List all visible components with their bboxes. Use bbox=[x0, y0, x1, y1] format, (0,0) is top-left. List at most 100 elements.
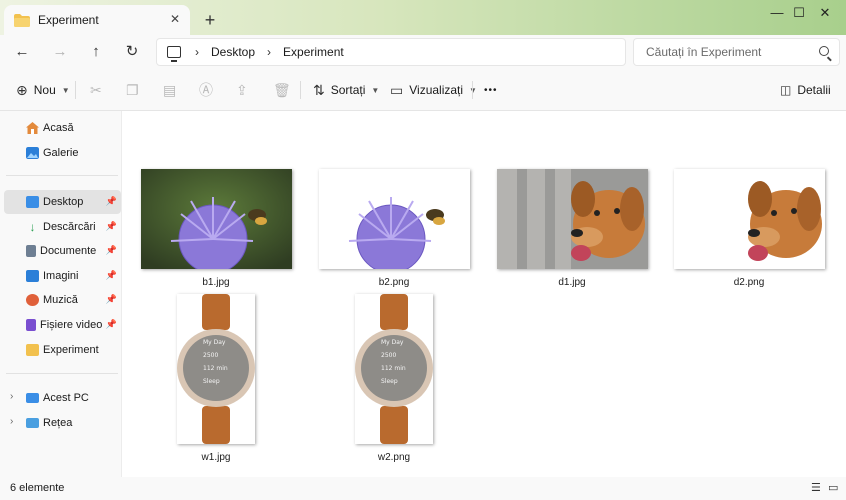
cut-icon: ✂ bbox=[90, 81, 102, 98]
sidebar-item-downloads[interactable]: ↓ Descărcări 📌 bbox=[4, 215, 121, 239]
file-thumbnail bbox=[673, 169, 825, 269]
documents-icon bbox=[26, 245, 36, 257]
refresh-button[interactable]: ↻ bbox=[118, 39, 146, 65]
sort-icon: ⇅ bbox=[313, 81, 325, 98]
paste-button[interactable]: ▤ bbox=[163, 78, 182, 102]
tab-title: Experiment bbox=[38, 13, 99, 27]
tab-experiment[interactable]: Experiment ✕ bbox=[4, 5, 190, 35]
breadcrumb-desktop[interactable]: Desktop bbox=[211, 45, 255, 59]
file-thumbnail: My Day 2500 112 min Sleep bbox=[355, 294, 433, 444]
file-name: w2.png bbox=[377, 452, 411, 463]
file-thumbnail bbox=[140, 169, 292, 269]
computer-icon bbox=[167, 46, 181, 62]
rename-button[interactable]: Ⓐ bbox=[199, 78, 219, 102]
chevron-down-icon: ▼ bbox=[61, 85, 70, 95]
file-name: d2.png bbox=[733, 277, 765, 288]
file-item[interactable]: My Day 2500 112 min Sleep w1.jpg bbox=[140, 294, 292, 463]
file-item[interactable]: d2.png bbox=[673, 169, 825, 288]
download-icon: ↓ bbox=[29, 220, 36, 234]
sidebar-item-videos[interactable]: Fișiere video 📌 bbox=[4, 313, 121, 337]
sidebar-item-label: Acasă bbox=[43, 122, 74, 134]
delete-button[interactable]: 🗑 bbox=[273, 78, 297, 102]
search-input[interactable]: Căutați în Experiment bbox=[633, 38, 840, 66]
divider bbox=[300, 81, 301, 99]
rename-icon: Ⓐ bbox=[199, 82, 213, 98]
plus-circle-icon: ⊕ bbox=[16, 81, 28, 98]
divider bbox=[6, 373, 118, 374]
pin-icon: 📌 bbox=[105, 245, 117, 255]
computer-icon bbox=[26, 393, 39, 403]
command-bar: ⊕ Nou ▼ ✂ ❐ ▤ Ⓐ ⇪ 🗑 ⇅ Sortați ▼ ▭ Vizual… bbox=[0, 69, 846, 111]
pin-icon: 📌 bbox=[105, 270, 117, 280]
back-button[interactable]: ← bbox=[8, 39, 36, 65]
sidebar-item-label: Experiment bbox=[43, 344, 99, 356]
sidebar-item-label: Muzică bbox=[43, 294, 78, 306]
divider bbox=[6, 175, 118, 176]
close-button[interactable]: ✕ bbox=[802, 0, 846, 26]
details-button[interactable]: ◫ Detalii bbox=[780, 78, 831, 102]
sidebar-item-label: Desktop bbox=[43, 196, 84, 208]
view-button[interactable]: ▭ Vizualizați ▼ bbox=[390, 78, 477, 102]
file-item[interactable]: b2.png bbox=[318, 169, 470, 288]
sidebar-item-this-pc[interactable]: › Acest PC bbox=[4, 386, 121, 410]
sidebar-item-label: Fișiere video bbox=[40, 319, 103, 331]
sidebar-item-label: Documente bbox=[40, 245, 97, 257]
divider bbox=[472, 81, 473, 99]
new-tab-button[interactable]: + bbox=[200, 10, 220, 30]
sidebar-item-documents[interactable]: Documente 📌 bbox=[4, 239, 121, 263]
navigation-bar: ← → ↑ ↻ › Desktop › Experiment Căutați î… bbox=[0, 35, 846, 69]
sidebar-item-desktop[interactable]: Desktop 📌 bbox=[4, 190, 121, 214]
sidebar-item-music[interactable]: Muzică 📌 bbox=[4, 288, 121, 312]
search-icon[interactable] bbox=[819, 46, 829, 56]
pin-icon: 📌 bbox=[105, 294, 117, 304]
sidebar-item-network[interactable]: › Rețea bbox=[4, 411, 121, 435]
music-icon bbox=[26, 294, 39, 306]
breadcrumb-experiment[interactable]: Experiment bbox=[283, 45, 344, 59]
chevron-right-icon[interactable]: › bbox=[10, 391, 13, 402]
sidebar-item-label: Descărcări bbox=[43, 221, 96, 233]
chevron-down-icon: ▼ bbox=[371, 85, 380, 95]
share-button[interactable]: ⇪ bbox=[236, 78, 254, 102]
file-thumbnail bbox=[318, 169, 470, 269]
file-thumbnail: My Day 2500 112 min Sleep bbox=[177, 294, 255, 444]
gallery-icon bbox=[26, 147, 39, 159]
details-view-icon[interactable]: ☰ bbox=[811, 482, 823, 494]
new-button[interactable]: ⊕ Nou ▼ bbox=[16, 78, 70, 102]
paste-icon: ▤ bbox=[163, 81, 177, 98]
sidebar-item-pictures[interactable]: Imagini 📌 bbox=[4, 264, 121, 288]
navigation-pane: Acasă Galerie Desktop 📌 ↓ Descărcări 📌 D… bbox=[0, 111, 122, 477]
sort-button[interactable]: ⇅ Sortați ▼ bbox=[313, 78, 379, 102]
watch-title: My Day bbox=[381, 339, 404, 346]
share-icon: ⇪ bbox=[236, 81, 248, 98]
file-item[interactable]: b1.jpg bbox=[140, 169, 292, 288]
sidebar-item-label: Galerie bbox=[43, 147, 79, 159]
large-icons-view-icon[interactable]: ▭ bbox=[828, 482, 840, 494]
videos-icon bbox=[26, 319, 36, 331]
sidebar-item-experiment[interactable]: Experiment bbox=[4, 338, 121, 362]
delete-icon: 🗑 bbox=[273, 81, 291, 98]
file-name: b2.png bbox=[378, 277, 410, 288]
sort-label: Sortați bbox=[330, 83, 366, 97]
details-label: Detalii bbox=[797, 83, 831, 97]
forward-button[interactable]: → bbox=[46, 39, 74, 65]
watch-minutes: 112 min bbox=[203, 365, 228, 372]
file-item[interactable]: My Day 2500 112 min Sleep w2.png bbox=[318, 294, 470, 463]
sidebar-item-gallery[interactable]: Galerie bbox=[4, 141, 121, 165]
file-explorer-window: Experiment ✕ + — ☐ ✕ ← → ↑ ↻ › Desktop ›… bbox=[0, 0, 846, 500]
file-item[interactable]: d1.jpg bbox=[496, 169, 648, 288]
chevron-right-icon[interactable]: › bbox=[10, 416, 13, 427]
copy-icon: ❐ bbox=[126, 81, 139, 98]
up-button[interactable]: ↑ bbox=[82, 39, 110, 65]
more-options-button[interactable]: ••• bbox=[484, 78, 498, 102]
cut-button[interactable]: ✂ bbox=[90, 78, 108, 102]
copy-button[interactable]: ❐ bbox=[126, 78, 145, 102]
file-name: b1.jpg bbox=[202, 277, 230, 288]
search-placeholder: Căutați în Experiment bbox=[646, 45, 762, 59]
sidebar-item-home[interactable]: Acasă bbox=[4, 116, 121, 140]
watch-steps: 2500 bbox=[381, 352, 397, 359]
network-icon bbox=[26, 418, 39, 428]
pin-icon: 📌 bbox=[105, 221, 117, 231]
tab-close-icon[interactable]: ✕ bbox=[168, 12, 182, 26]
sidebar-item-label: Rețea bbox=[43, 417, 73, 429]
address-bar[interactable]: › Desktop › Experiment bbox=[156, 38, 626, 66]
